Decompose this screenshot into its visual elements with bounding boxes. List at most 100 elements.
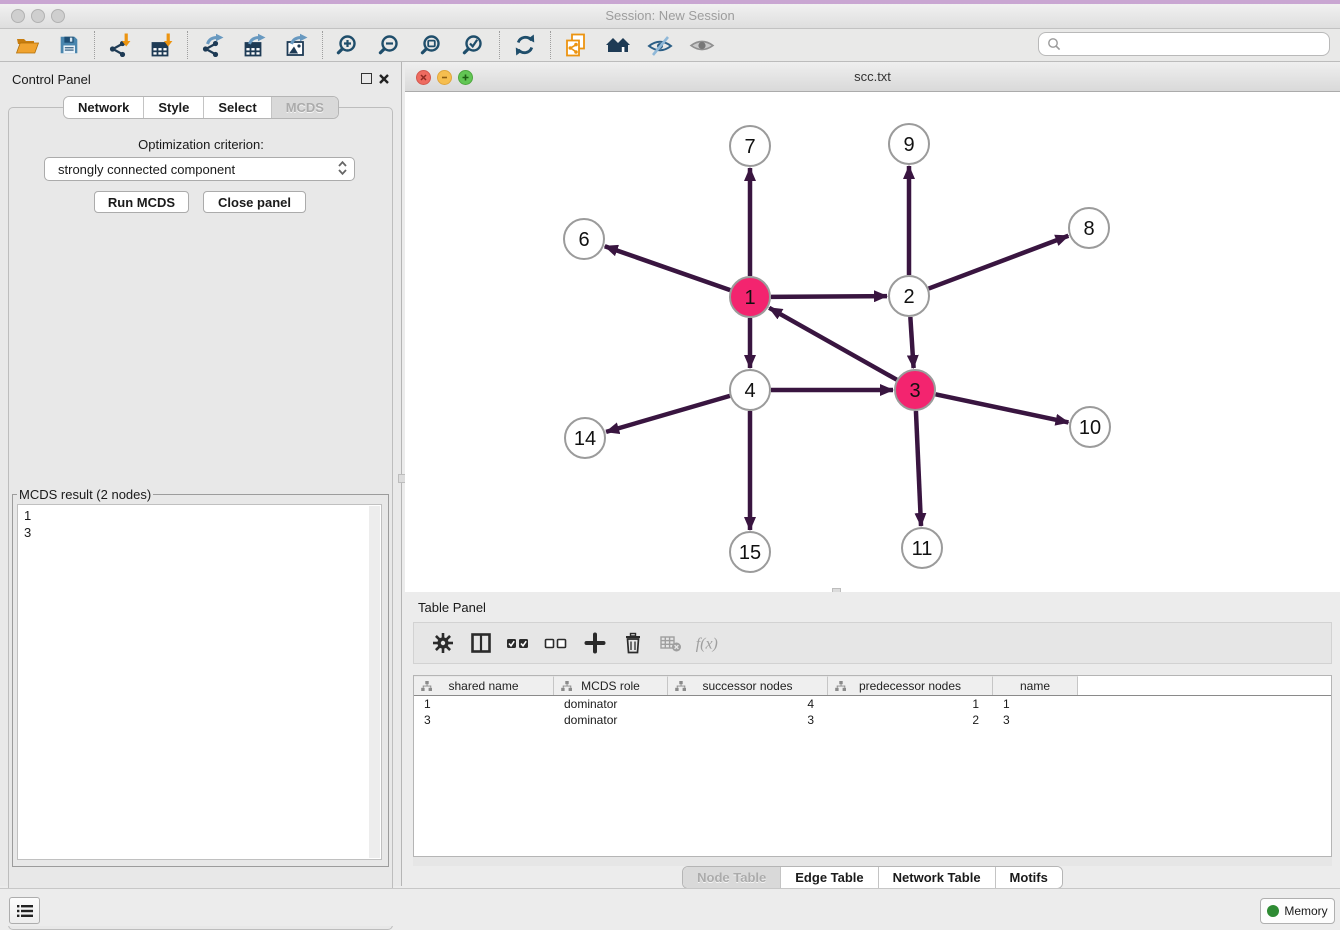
select-all-checkboxes-icon[interactable]	[504, 628, 534, 658]
import-network-icon[interactable]	[104, 30, 136, 60]
table-cell[interactable]: 3	[414, 712, 554, 728]
memory-button[interactable]: Memory	[1260, 898, 1335, 924]
table-cell[interactable]: 1	[828, 696, 993, 712]
graph-edge-2-8[interactable]	[929, 236, 1069, 289]
zoom-fit-icon[interactable]	[416, 30, 448, 60]
list-icon	[17, 904, 33, 918]
tab-network-table[interactable]: Network Table	[879, 867, 996, 888]
memory-status-icon	[1267, 905, 1279, 917]
open-file-icon[interactable]	[11, 30, 43, 60]
table-cell[interactable]: dominator	[554, 712, 668, 728]
mcds-result-textarea[interactable]: 1 3	[17, 504, 382, 860]
table-cell[interactable]: dominator	[554, 696, 668, 712]
graph-node-label-2: 2	[903, 286, 914, 308]
save-session-icon[interactable]	[53, 30, 85, 60]
tab-edge-table[interactable]: Edge Table	[781, 867, 878, 888]
show-hidden-eye-icon[interactable]	[686, 30, 718, 60]
tab-mcds[interactable]: MCDS	[272, 97, 338, 118]
window-minimize-button[interactable]	[31, 9, 45, 23]
table-body: 1dominator4113dominator323	[414, 696, 1331, 728]
column-header-successor-nodes[interactable]: successor nodes	[668, 676, 828, 695]
import-table-icon[interactable]	[146, 30, 178, 60]
network-window-titlebar[interactable]: scc.txt	[405, 62, 1340, 92]
criterion-dropdown[interactable]: strongly connected component	[44, 157, 355, 181]
window-title: Session: New Session	[0, 4, 1340, 28]
graph-edge-1-6[interactable]	[605, 246, 730, 290]
network-minimize-icon[interactable]	[437, 70, 452, 85]
table-cell[interactable]: 1	[993, 696, 1078, 712]
export-table-icon[interactable]	[239, 30, 271, 60]
delete-column-icon[interactable]	[618, 628, 648, 658]
deselect-all-checkboxes-icon[interactable]	[542, 628, 572, 658]
delete-table-icon	[656, 628, 686, 658]
close-panel-button[interactable]: Close panel	[203, 191, 306, 213]
mcds-result-title: MCDS result (2 nodes)	[17, 487, 153, 502]
toolbar-separator	[187, 31, 188, 59]
table-toolbar: f(x)	[413, 622, 1332, 664]
table-cell[interactable]: 2	[828, 712, 993, 728]
hide-selected-eye-slash-icon[interactable]	[644, 30, 676, 60]
run-mcds-button[interactable]: Run MCDS	[94, 191, 189, 213]
table-cell[interactable]: 1	[414, 696, 554, 712]
svg-text:f(x): f(x)	[696, 635, 718, 652]
search-input[interactable]	[1038, 32, 1330, 56]
table-cell[interactable]: 3	[993, 712, 1078, 728]
result-scrollbar[interactable]	[369, 506, 380, 858]
column-visibility-icon[interactable]	[466, 628, 496, 658]
search-icon	[1047, 37, 1061, 51]
tab-network[interactable]: Network	[64, 97, 144, 118]
graph-edge-1-2[interactable]	[771, 296, 887, 297]
float-panel-icon[interactable]	[361, 73, 372, 84]
main-toolbar	[0, 29, 1340, 62]
table-cell[interactable]: 3	[668, 712, 828, 728]
dropdown-stepper-icon	[337, 160, 348, 179]
column-header-MCDS-role[interactable]: MCDS role	[554, 676, 668, 695]
column-header-predecessor-nodes[interactable]: predecessor nodes	[828, 676, 993, 695]
network-close-icon[interactable]	[416, 70, 431, 85]
window-zoom-button[interactable]	[51, 9, 65, 23]
table-row[interactable]: 1dominator411	[414, 696, 1331, 712]
graph-node-label-9: 9	[903, 134, 914, 156]
optimization-criterion-label: Optimization criterion:	[0, 137, 402, 152]
tab-motifs[interactable]: Motifs	[996, 867, 1062, 888]
graph-edge-4-14[interactable]	[606, 396, 730, 432]
control-panel-tabs: NetworkStyleSelectMCDS	[0, 96, 402, 119]
export-image-icon[interactable]	[281, 30, 313, 60]
tab-style[interactable]: Style	[144, 97, 204, 118]
settings-gear-icon[interactable]	[428, 628, 458, 658]
table-cell[interactable]: 4	[668, 696, 828, 712]
toolbar-separator	[499, 31, 500, 59]
node-table: shared name MCDS role successor nodes pr…	[413, 675, 1332, 857]
zoom-out-icon[interactable]	[374, 30, 406, 60]
status-bar: Memory	[0, 888, 1340, 926]
column-header-shared-name[interactable]: shared name	[414, 676, 554, 695]
graph-edge-2-3[interactable]	[910, 317, 913, 368]
add-column-icon[interactable]	[580, 628, 610, 658]
graph-edge-3-10[interactable]	[936, 394, 1069, 422]
clone-network-icon[interactable]	[560, 30, 592, 60]
network-canvas[interactable]: 7968124314101511	[405, 92, 1340, 588]
apply-layout-icon[interactable]	[509, 30, 541, 60]
tab-node-table[interactable]: Node Table	[683, 867, 781, 888]
network-maximize-icon[interactable]	[458, 70, 473, 85]
memory-label: Memory	[1284, 904, 1327, 918]
network-view-window: scc.txt 7968124314101511	[405, 62, 1340, 592]
zoom-in-icon[interactable]	[332, 30, 364, 60]
close-panel-icon[interactable]	[378, 72, 390, 90]
window-close-button[interactable]	[11, 9, 25, 23]
mcds-result-text: 1 3	[24, 507, 381, 541]
app-titlebar: Session: New Session	[0, 4, 1340, 29]
table-tabs: Node TableEdge TableNetwork TableMotifs	[405, 866, 1340, 889]
show-all-homes-icon[interactable]	[602, 30, 634, 60]
zoom-selected-icon[interactable]	[458, 30, 490, 60]
table-row[interactable]: 3dominator323	[414, 712, 1331, 728]
graph-node-label-14: 14	[574, 428, 596, 450]
toolbar-separator	[550, 31, 551, 59]
column-header-name[interactable]: name	[993, 676, 1078, 695]
graph-edge-3-1[interactable]	[769, 308, 897, 380]
export-network-icon[interactable]	[197, 30, 229, 60]
graph-node-label-11: 11	[912, 538, 933, 560]
tab-select[interactable]: Select	[204, 97, 271, 118]
task-history-button[interactable]	[9, 897, 40, 924]
graph-edge-3-11[interactable]	[916, 411, 921, 526]
